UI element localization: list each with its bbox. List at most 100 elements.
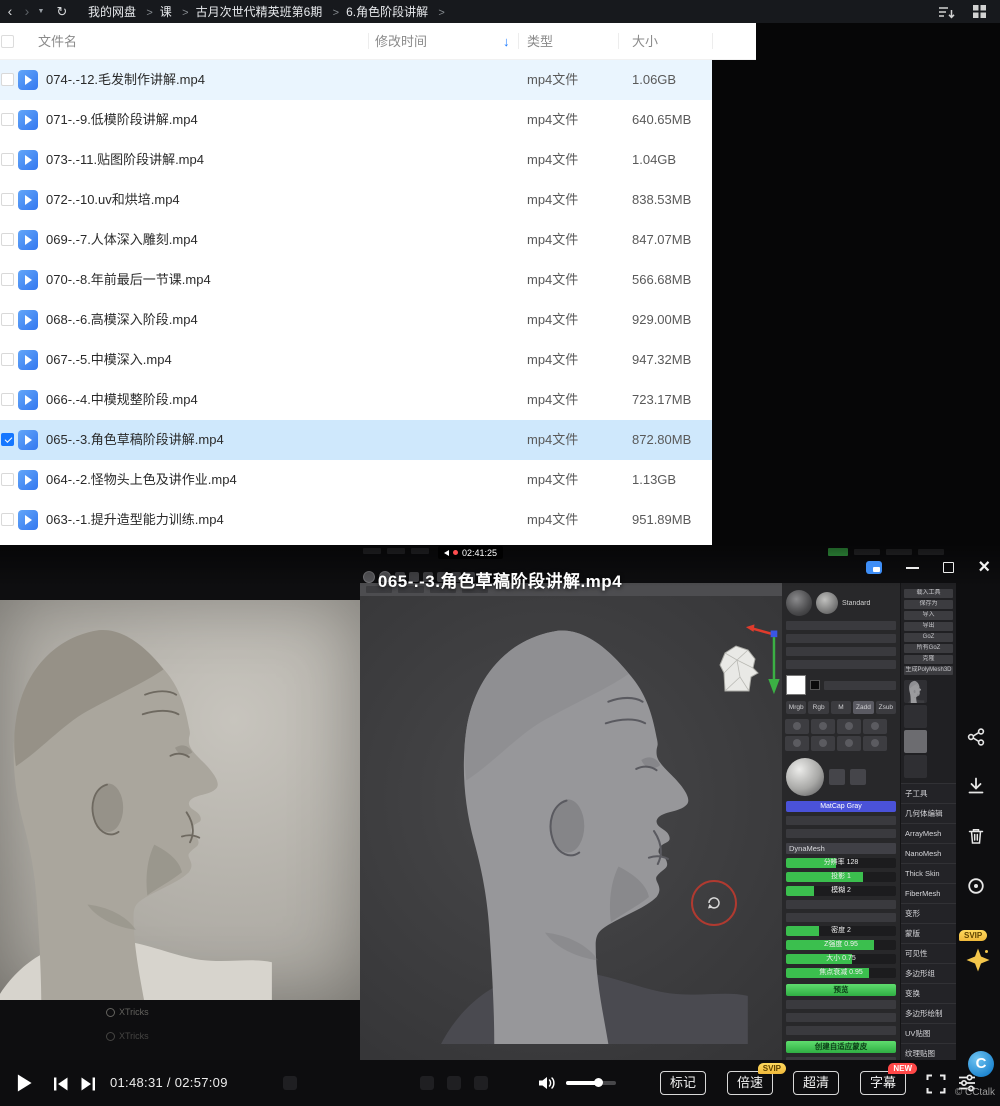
file-name[interactable]: 074-.-12.毛发制作讲解.mp4 xyxy=(46,60,205,100)
mark-button[interactable]: 标记 xyxy=(660,1071,706,1095)
file-name[interactable]: 064-.-2.怪物头上色及讲作业.mp4 xyxy=(46,460,237,500)
file-row[interactable]: 070-.-8.年前最后一节课.mp4 mp4文件 566.68MB xyxy=(0,260,712,300)
previous-button[interactable] xyxy=(51,1075,69,1093)
zbrush-tool-button: 导入 xyxy=(904,611,953,620)
breadcrumb-item[interactable]: 6.角色阶段讲解 xyxy=(346,5,428,19)
file-name[interactable]: 069-.-7.人体深入雕刻.mp4 xyxy=(46,220,198,260)
file-name[interactable]: 065-.-3.角色草稿阶段讲解.mp4 xyxy=(46,420,224,460)
refresh-icon[interactable]: ↻ xyxy=(52,0,72,23)
sort-descending-icon[interactable]: ↓ xyxy=(503,23,510,60)
column-divider xyxy=(368,33,369,49)
select-all-checkbox[interactable] xyxy=(1,35,14,48)
column-header-type[interactable]: 类型 xyxy=(527,23,553,60)
column-header-size[interactable]: 大小 xyxy=(632,23,658,60)
file-name[interactable]: 072-.-10.uv和烘培.mp4 xyxy=(46,180,180,220)
row-checkbox[interactable] xyxy=(1,433,14,446)
row-checkbox[interactable] xyxy=(1,313,14,326)
share-icon[interactable] xyxy=(965,727,987,747)
row-checkbox[interactable] xyxy=(1,353,14,366)
svip-star-icon[interactable] xyxy=(965,947,991,973)
play-glyph xyxy=(25,275,32,285)
row-checkbox[interactable] xyxy=(1,233,14,246)
material-row xyxy=(786,757,896,797)
column-divider xyxy=(712,33,713,49)
fullscreen-icon[interactable] xyxy=(925,1073,947,1095)
secondary-color-swatch xyxy=(810,680,820,690)
file-size: 640.65MB xyxy=(632,100,691,140)
close-button[interactable]: × xyxy=(978,561,990,574)
breadcrumb-item[interactable]: 古月次世代精英班第6期 xyxy=(196,5,323,19)
volume-slider[interactable] xyxy=(566,1081,616,1085)
volume-icon[interactable] xyxy=(537,1075,557,1091)
row-checkbox[interactable] xyxy=(1,513,14,526)
forward-icon[interactable]: › xyxy=(20,0,34,23)
history-caret-icon[interactable]: ▼ xyxy=(34,0,48,23)
column-header-name[interactable]: 文件名 xyxy=(38,23,77,60)
row-checkbox[interactable] xyxy=(1,73,14,86)
sort-menu-icon[interactable] xyxy=(938,5,955,19)
download-icon[interactable] xyxy=(965,776,987,796)
mini-player-icon[interactable] xyxy=(866,561,882,574)
record-disc-icon[interactable] xyxy=(965,876,987,896)
file-row[interactable]: 067-.-5.中模深入.mp4 mp4文件 947.32MB xyxy=(0,340,712,380)
file-name[interactable]: 068-.-6.高模深入阶段.mp4 xyxy=(46,300,198,340)
row-checkbox[interactable] xyxy=(1,193,14,206)
row-checkbox[interactable] xyxy=(1,153,14,166)
file-row[interactable]: 063-.-1.提升造型能力训练.mp4 mp4文件 951.89MB xyxy=(0,500,712,540)
zbrush-tool-button: 导出 xyxy=(904,622,953,631)
file-size: 1.06GB xyxy=(632,60,676,100)
row-checkbox[interactable] xyxy=(1,473,14,486)
next-button[interactable] xyxy=(80,1075,98,1093)
draw-mode-toggle: Mrgb xyxy=(786,701,806,714)
bar-extra-icon[interactable] xyxy=(474,1076,488,1090)
minimize-button[interactable] xyxy=(906,561,919,574)
file-name[interactable]: 070-.-8.年前最后一节课.mp4 xyxy=(46,260,211,300)
column-header-modified[interactable]: 修改时间 xyxy=(375,23,427,60)
play-glyph xyxy=(25,115,32,125)
video-file-icon xyxy=(18,230,38,250)
slider: 投影 1 xyxy=(786,872,896,882)
breadcrumb: 我的网盘 > 课 > 古月次世代精英班第6期 > 6.角色阶段讲解 > xyxy=(88,3,452,20)
bar-extra-icon[interactable] xyxy=(283,1076,297,1090)
volume-knob[interactable] xyxy=(594,1078,603,1087)
quality-button[interactable]: 超清 xyxy=(793,1071,839,1095)
file-row[interactable]: 072-.-10.uv和烘培.mp4 mp4文件 838.53MB xyxy=(0,180,712,220)
file-row[interactable]: 073-.-11.贴图阶段讲解.mp4 mp4文件 1.04GB xyxy=(0,140,712,180)
play-button[interactable] xyxy=(16,1073,33,1093)
file-row[interactable]: 069-.-7.人体深入雕刻.mp4 mp4文件 847.07MB xyxy=(0,220,712,260)
zbrush-palette-item: 纹理贴图 xyxy=(901,1043,956,1060)
player-action-rail: SVIP xyxy=(956,583,1000,1043)
file-browser: 文件名 修改时间 ↓ 类型 大小 074-.-12.毛发制作讲解.mp4 mp4… xyxy=(0,23,1000,545)
draw-mode-toggle: Zadd xyxy=(853,701,873,714)
trash-icon[interactable] xyxy=(965,826,987,846)
row-checkbox[interactable] xyxy=(1,113,14,126)
file-name[interactable]: 071-.-9.低模阶段讲解.mp4 xyxy=(46,100,198,140)
new-tag: NEW xyxy=(888,1063,917,1074)
video-top-right-overlay xyxy=(828,548,944,556)
file-row[interactable]: 071-.-9.低模阶段讲解.mp4 mp4文件 640.65MB xyxy=(0,100,712,140)
speed-button[interactable]: 倍速 SVIP xyxy=(727,1071,773,1095)
file-row[interactable]: 068-.-6.高模深入阶段.mp4 mp4文件 929.00MB xyxy=(0,300,712,340)
row-checkbox[interactable] xyxy=(1,273,14,286)
subtitle-button[interactable]: 字幕 NEW xyxy=(860,1071,906,1095)
file-row[interactable]: 066-.-4.中模规整阶段.mp4 mp4文件 723.17MB xyxy=(0,380,712,420)
file-name[interactable]: 066-.-4.中模规整阶段.mp4 xyxy=(46,380,198,420)
maximize-button[interactable] xyxy=(943,562,954,573)
file-name[interactable]: 073-.-11.贴图阶段讲解.mp4 xyxy=(46,140,204,180)
bar-extra-icon[interactable] xyxy=(420,1076,434,1090)
row-checkbox[interactable] xyxy=(1,393,14,406)
file-row[interactable]: 064-.-2.怪物头上色及讲作业.mp4 mp4文件 1.13GB xyxy=(0,460,712,500)
bar-extra-icon[interactable] xyxy=(447,1076,461,1090)
recording-time: 02:41:25 xyxy=(462,548,497,558)
file-row[interactable]: 074-.-12.毛发制作讲解.mp4 mp4文件 1.06GB xyxy=(0,60,712,100)
back-icon[interactable]: ‹ xyxy=(0,0,20,23)
file-name[interactable]: 067-.-5.中模深入.mp4 xyxy=(46,340,172,380)
file-name[interactable]: 063-.-1.提升造型能力训练.mp4 xyxy=(46,500,224,540)
material-name: MatCap Gray xyxy=(786,801,896,812)
tool-buttons: 载入工具保存为导入导出GoZ所有GoZ克隆生成PolyMesh3D xyxy=(901,589,956,675)
zbrush-palette-item: 可见性 xyxy=(901,943,956,963)
breadcrumb-item[interactable]: 我的网盘 xyxy=(88,5,136,19)
grid-view-icon[interactable] xyxy=(973,5,986,18)
breadcrumb-item[interactable]: 课 xyxy=(160,5,172,19)
file-row[interactable]: 065-.-3.角色草稿阶段讲解.mp4 mp4文件 872.80MB xyxy=(0,420,712,460)
